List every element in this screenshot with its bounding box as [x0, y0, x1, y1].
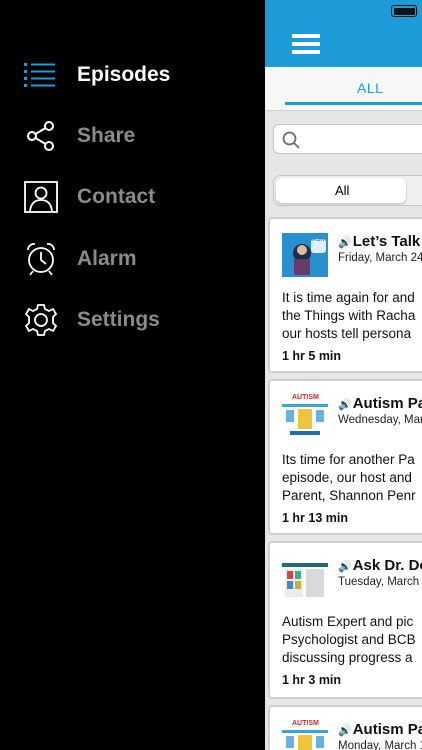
episode-card[interactable]: AUTISM 🔊Autism Pa Monday, March 1: [268, 705, 422, 750]
episode-duration: 1 hr 13 min: [282, 511, 348, 525]
episode-date: Friday, March 24: [338, 252, 422, 264]
menu-label-episodes: Episodes: [77, 63, 171, 86]
episode-description: It is time again for and the Things with…: [282, 290, 416, 341]
speaker-icon: 🔊: [338, 399, 352, 411]
alarm-clock-icon: [24, 242, 58, 276]
search-icon: [282, 131, 300, 149]
battery-icon: [391, 5, 417, 17]
menu-item-settings[interactable]: Settings: [24, 300, 254, 340]
thumbnail-label: AUTISM: [292, 394, 319, 401]
episode-title: 🔊Ask Dr. Do: [338, 557, 422, 574]
thumbnail-label: ASK: [312, 237, 325, 243]
menu-label-share: Share: [77, 124, 136, 147]
tab-bar: ALL: [265, 67, 422, 111]
speaker-icon: 🔊: [338, 561, 352, 573]
menu-item-share[interactable]: Share: [24, 116, 254, 156]
menu-item-episodes[interactable]: Episodes: [24, 55, 254, 95]
episode-duration: 1 hr 3 min: [282, 673, 342, 687]
list-icon: [24, 58, 58, 92]
menu-label-contact: Contact: [77, 185, 156, 208]
thumbnail-label: AUTISM: [292, 720, 319, 727]
menu-label-settings: Settings: [77, 308, 160, 331]
menu-item-contact[interactable]: Contact: [24, 177, 254, 217]
episode-title: 🔊Autism Pa: [338, 721, 422, 738]
episode-duration: 1 hr 5 min: [282, 349, 342, 363]
episode-description: Autism Expert and pic Psychologist and B…: [282, 614, 416, 665]
side-drawer: Episodes Share Contact Alarm Settings: [0, 0, 265, 750]
menu-label-alarm: Alarm: [77, 247, 137, 270]
tab-indicator: [285, 102, 422, 105]
filter-segmented-control: All: [273, 175, 422, 206]
episode-thumbnail: [282, 395, 328, 439]
menu-item-alarm[interactable]: Alarm: [24, 239, 254, 279]
episode-thumbnail: [282, 557, 328, 601]
filter-all-label: All: [335, 183, 350, 198]
speaker-icon: 🔊: [338, 237, 352, 249]
episode-title: 🔊Autism Pa: [338, 395, 422, 412]
episode-date: Monday, March 1: [338, 740, 422, 750]
episode-title: 🔊Let’s Talk: [338, 233, 421, 250]
gear-icon: [24, 303, 58, 337]
episode-date: Tuesday, March: [338, 576, 420, 588]
contact-icon: [24, 180, 58, 214]
episode-card[interactable]: AUTISM 🔊Autism Pa Wednesday, Mar Its tim…: [268, 379, 422, 535]
main-panel: ALL All ASK 🔊Let’s Talk Friday, March 24…: [265, 0, 422, 750]
share-icon: [24, 119, 58, 153]
episode-card[interactable]: ASK 🔊Let’s Talk Friday, March 24 It is t…: [268, 217, 422, 373]
filter-all-button[interactable]: All: [276, 178, 406, 203]
top-bar: [265, 0, 422, 67]
episode-description: Its time for another Pa episode, our hos…: [282, 452, 416, 503]
episode-date: Wednesday, Mar: [338, 414, 422, 426]
search-input[interactable]: [273, 124, 422, 154]
speaker-icon: 🔊: [338, 725, 352, 737]
tab-all[interactable]: ALL: [357, 80, 383, 96]
hamburger-menu-icon[interactable]: [292, 34, 320, 54]
episode-card[interactable]: 🔊Ask Dr. Do Tuesday, March Autism Expert…: [268, 541, 422, 699]
